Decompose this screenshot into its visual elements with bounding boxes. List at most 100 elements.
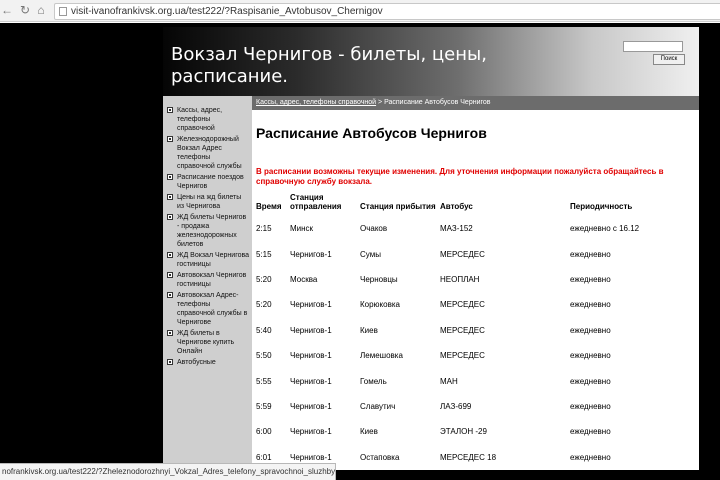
sidebar-item[interactable]: Автовокзал Адрес-телефоны справочной слу…	[163, 291, 252, 327]
bullet-icon	[167, 194, 173, 200]
time-cell: 5:20	[256, 274, 272, 284]
sidebar-item-label: Расписание поездов Чернигов	[177, 174, 244, 190]
departure-cell: Чернигов-1	[290, 249, 332, 259]
periodicity-cell: ежедневно	[570, 325, 611, 335]
arrival-cell: Черновцы	[360, 274, 398, 284]
home-icon[interactable]: ⌂	[34, 3, 48, 17]
column-header-time: Время	[256, 202, 282, 211]
search-button[interactable]: Поиск	[653, 54, 685, 65]
breadcrumb-separator: >	[376, 99, 385, 106]
periodicity-cell: ежедневно	[570, 401, 611, 411]
bus-cell: МЕРСЕДЕС 18	[440, 452, 497, 462]
address-bar[interactable]: visit-ivanofrankivsk.org.ua/test222/?Ras…	[54, 3, 720, 20]
sidebar-item-label: Цены на жд билеты из Чернигова	[177, 194, 242, 210]
schedule-table: Время Станция отправления Станция прибыт…	[254, 193, 694, 470]
bullet-icon	[167, 174, 173, 180]
periodicity-cell: ежедневно	[570, 452, 611, 462]
bus-cell: МЕРСЕДЕС	[440, 325, 485, 335]
sidebar-item[interactable]: Расписание поездов Чернигов	[163, 173, 252, 191]
column-header-bus: Автобус	[440, 202, 473, 211]
time-cell: 5:55	[256, 376, 272, 386]
back-arrow-icon[interactable]: ←	[0, 3, 14, 17]
sidebar-item[interactable]: ЖД Вокзал Чернигова гостиницы	[163, 251, 252, 269]
arrival-cell: Киев	[360, 427, 378, 437]
time-cell: 5:40	[256, 325, 272, 335]
sidebar-item-label: Кассы, адрес, телефоны справочной	[177, 107, 223, 132]
bullet-icon	[167, 136, 173, 142]
table-row: 5:59 Чернигов-1 Славутич ЛАЗ-699 ежедневно	[254, 394, 694, 419]
bus-cell: ЭТАЛОН -29	[440, 427, 487, 437]
time-cell: 5:50	[256, 351, 272, 361]
arrival-cell: Очаков	[360, 224, 388, 234]
sidebar-item-label: ЖД билеты в Чернигове купить Онлайн	[177, 330, 235, 355]
sidebar-item-label: ЖД Вокзал Чернигова гостиницы	[177, 252, 250, 268]
reload-icon[interactable]: ↻	[18, 3, 32, 17]
sidebar-item[interactable]: Кассы, адрес, телефоны справочной	[163, 106, 252, 133]
page-icon	[59, 7, 67, 16]
table-row: 5:20 Чернигов-1 Корюковка МЕРСЕДЕС ежедневно	[254, 292, 694, 317]
table-header-row: Время Станция отправления Станция прибыт…	[254, 193, 694, 216]
table-row: 5:55 Чернигов-1 Гомель МАН ежедневно	[254, 368, 694, 393]
periodicity-cell: ежедневно	[570, 249, 611, 259]
address-url: visit-ivanofrankivsk.org.ua/test222/?Ras…	[71, 6, 383, 17]
bullet-icon	[167, 292, 173, 298]
bus-cell: МЕРСЕДЕС	[440, 351, 485, 361]
sidebar-item[interactable]: ЖД билеты в Чернигове купить Онлайн	[163, 329, 252, 356]
column-header-departure: Станция отправления	[290, 193, 342, 211]
site-title: Вокзал Чернигов - билеты, цены, расписан…	[171, 44, 487, 87]
column-header-periodicity: Периодичность	[570, 202, 633, 211]
search-input[interactable]	[623, 41, 683, 52]
arrival-cell: Лемешовка	[360, 351, 403, 361]
sidebar-item[interactable]: Железнодорожный Вокзал Адрес телефоны сп…	[163, 135, 252, 171]
periodicity-cell: ежедневно	[570, 376, 611, 386]
table-row: 5:20 Москва Черновцы НЕОПЛАН ежедневно	[254, 267, 694, 292]
time-cell: 5:15	[256, 249, 272, 259]
bullet-icon	[167, 252, 173, 258]
column-header-arrival: Станция прибытия	[360, 202, 436, 211]
arrival-cell: Корюковка	[360, 300, 400, 310]
bus-cell: МЕРСЕДЕС	[440, 249, 485, 259]
sidebar-item[interactable]: Автобусные	[163, 358, 252, 367]
departure-cell: Москва	[290, 274, 318, 284]
sidebar-item[interactable]: Цены на жд билеты из Чернигова	[163, 193, 252, 211]
table-row: 5:40 Чернигов-1 Киев МЕРСЕДЕС ежедневно	[254, 318, 694, 343]
sidebar-item-label: Автобусные	[177, 359, 216, 366]
breadcrumb: Кассы, адрес, телефоны справочной > Расп…	[252, 96, 699, 110]
arrival-cell: Остаповка	[360, 452, 400, 462]
table-row: 6:00 Чернигов-1 Киев ЭТАЛОН -29 ежедневно	[254, 419, 694, 444]
periodicity-cell: ежедневно	[570, 300, 611, 310]
bus-cell: МЕРСЕДЕС	[440, 300, 485, 310]
table-row: 5:15 Чернигов-1 Сумы МЕРСЕДЕС ежедневно	[254, 241, 694, 266]
arrival-cell: Славутич	[360, 401, 396, 411]
bus-cell: ЛАЗ-699	[440, 401, 472, 411]
departure-cell: Чернигов-1	[290, 427, 332, 437]
sidebar-item-label: ЖД билеты Чернигов - продажа железнодоро…	[177, 214, 247, 248]
arrival-cell: Гомель	[360, 376, 387, 386]
sidebar-item[interactable]: Автовокзал Чернигов гостиницы	[163, 271, 252, 289]
sidebar-item-label: Автовокзал Чернигов гостиницы	[177, 272, 247, 288]
time-cell: 5:20	[256, 300, 272, 310]
breadcrumb-link[interactable]: Кассы, адрес, телефоны справочной	[256, 99, 376, 106]
sidebar-item-label: Автовокзал Адрес-телефоны справочной слу…	[177, 292, 248, 326]
breadcrumb-current: Расписание Автобусов Чернигов	[384, 99, 491, 106]
departure-cell: Чернигов-1	[290, 300, 332, 310]
bullet-icon	[167, 107, 173, 113]
arrival-cell: Сумы	[360, 249, 381, 259]
time-cell: 6:00	[256, 427, 272, 437]
table-row: 2:15 Минск Очаков МАЗ-152 ежедневно с 16.12	[254, 216, 694, 241]
sidebar: Кассы, адрес, телефоны справочной Железн…	[163, 96, 252, 472]
arrival-cell: Киев	[360, 325, 378, 335]
bullet-icon	[167, 214, 173, 220]
table-row: 5:50 Чернигов-1 Лемешовка МЕРСЕДЕС ежедневно	[254, 343, 694, 368]
bullet-icon	[167, 330, 173, 336]
periodicity-cell: ежедневно	[570, 351, 611, 361]
departure-cell: Минск	[290, 224, 314, 234]
browser-toolbar: ← ↻ ⌂ visit-ivanofrankivsk.org.ua/test22…	[0, 0, 720, 22]
departure-cell: Чернигов-1	[290, 401, 332, 411]
status-bar: nofrankivsk.org.ua/test222/?Zheleznodoro…	[0, 463, 336, 480]
sidebar-item-label: Железнодорожный Вокзал Адрес телефоны сп…	[177, 136, 242, 170]
bus-cell: НЕОПЛАН	[440, 274, 480, 284]
departure-cell: Чернигов-1	[290, 325, 332, 335]
sidebar-item[interactable]: ЖД билеты Чернигов - продажа железнодоро…	[163, 213, 252, 249]
time-cell: 2:15	[256, 224, 272, 234]
